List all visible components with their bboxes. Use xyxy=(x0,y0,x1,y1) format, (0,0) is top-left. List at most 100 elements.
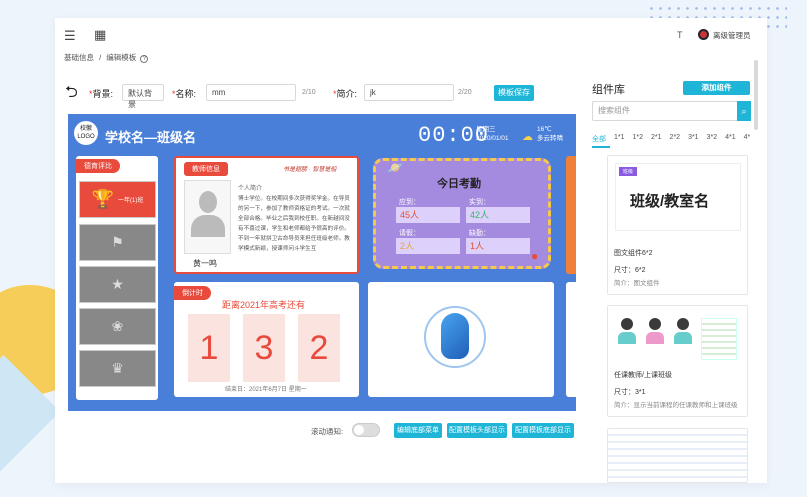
school-class-title: 学校名—班级名 xyxy=(105,130,197,145)
breadcrumb-sep: / xyxy=(99,53,102,62)
att-value-present: 42人 xyxy=(466,207,530,223)
honor-item-1[interactable]: 🏆 一年(1)班 xyxy=(79,181,156,218)
card1-name: 图文组件6*2 xyxy=(614,250,653,257)
tab-1x2[interactable]: 1*2 xyxy=(633,134,644,144)
help-icon[interactable]: ? xyxy=(140,55,149,63)
card1-desc: 简介：图文组件 xyxy=(614,280,660,287)
back-arrow-icon[interactable]: ⮌ xyxy=(65,81,78,108)
countdown-title: 距离2021年高考还有 xyxy=(222,300,306,310)
name-label: *名称: xyxy=(172,89,197,99)
honor-item-4[interactable]: ❀ xyxy=(79,308,156,345)
temperature: 16℃ xyxy=(537,126,552,133)
date-block: 星期三 2020/01/01 xyxy=(476,125,509,143)
edit-bottom-menu-button[interactable]: 编辑底部菜单 xyxy=(394,423,442,438)
name-input[interactable]: mm xyxy=(206,84,296,101)
bg-label-text: 背景: xyxy=(92,89,114,99)
card2-desc: 简介：显示当前课程的任课教师和上课班级 xyxy=(614,402,738,409)
intro-label: *简介: xyxy=(333,89,358,99)
att-label-leave: 请假： xyxy=(399,230,420,237)
honor-item-3[interactable]: ★ xyxy=(79,266,156,303)
menu-fold-icon[interactable]: ☰ xyxy=(64,28,76,44)
extra-panel-edge-2 xyxy=(566,282,576,397)
teacher-photo xyxy=(184,180,231,254)
card1-preview-text: 班级/教室名 xyxy=(630,193,710,210)
medal-icon: ❀ xyxy=(111,318,124,334)
teacher-motto: 书是翅膀 · 智慧是船 xyxy=(283,167,337,173)
weather-block: 16℃ 多云转晴 xyxy=(537,125,563,143)
tab-2x1[interactable]: 2*1 xyxy=(651,134,662,144)
att-label-due: 应到： xyxy=(399,199,420,206)
teacher-tag: 教师信息 xyxy=(184,162,228,176)
weekday: 星期三 xyxy=(476,126,496,133)
person-head-icon xyxy=(198,191,217,213)
tab-2x2[interactable]: 2*2 xyxy=(670,134,681,144)
component-search-input[interactable]: 搜索组件 xyxy=(592,101,738,121)
breadcrumb-current: 编辑模板 xyxy=(106,53,137,62)
att-label-absent: 缺勤： xyxy=(469,230,490,237)
date: 2020/01/01 xyxy=(476,135,509,142)
library-scrollbar[interactable] xyxy=(754,60,758,130)
breadcrumb: 基础信息 / 编辑模板 ? xyxy=(64,52,149,63)
grid-icon[interactable]: ▦ xyxy=(94,27,106,43)
honor-tag: 德育评比 xyxy=(76,159,120,173)
teacher-avatar-icon xyxy=(645,318,665,348)
honor-first-label: 一年(1)班 xyxy=(118,198,144,204)
star-icon: ★ xyxy=(111,276,124,292)
bg-select[interactable]: 默认背景 xyxy=(122,84,164,109)
config-header-button[interactable]: 配置模板头部显示 xyxy=(447,423,507,438)
intro-label-text: 简介: xyxy=(336,89,358,99)
save-template-button[interactable]: 模板保存 xyxy=(494,85,534,101)
intro-input[interactable]: jk xyxy=(364,84,454,101)
avatar[interactable] xyxy=(698,29,709,40)
add-component-button[interactable]: 添加组件 xyxy=(683,81,750,95)
att-value-due: 45人 xyxy=(396,207,460,223)
tab-3x2[interactable]: 3*2 xyxy=(707,134,718,144)
countdown-end: 结束日：2021年6月7日 星期一 xyxy=(225,387,307,393)
trophy-icon: 🏆 xyxy=(91,189,115,209)
countdown-digit-3: 2 xyxy=(298,314,340,382)
user-name[interactable]: 离级管理员 xyxy=(713,30,765,41)
school-logo: 校徽 LOGO xyxy=(74,121,98,145)
library-title: 组件库 xyxy=(592,84,625,96)
card2-name: 任课教师/上课班级 xyxy=(614,372,672,379)
card1-badge: 班级 xyxy=(619,167,638,176)
card2-size: 尺寸：3*1 xyxy=(614,389,646,396)
breadcrumb-root[interactable]: 基础信息 xyxy=(64,53,94,62)
font-size-icon[interactable]: T xyxy=(677,30,683,40)
teacher-intro: 博士学位。在校期间多次获得奖学金。在导员的另一下，参加了教师资格证的考试。一次就… xyxy=(238,196,350,252)
countdown-digit-2: 3 xyxy=(243,314,285,382)
scroll-notice-toggle[interactable] xyxy=(352,423,380,437)
card1-size: 尺寸：6*2 xyxy=(614,267,646,274)
tab-4x[interactable]: 4* xyxy=(744,134,751,144)
countdown-tag: 倒计时 xyxy=(174,286,211,300)
card2-preview xyxy=(617,318,737,360)
attendance-title: 今日考勤 xyxy=(437,178,481,190)
cup-icon: ♛ xyxy=(111,360,124,376)
att-label-present: 实到： xyxy=(469,199,490,206)
att-value-leave: 2人 xyxy=(396,238,460,254)
library-tabs: 全部 1*1 1*2 2*1 2*2 3*1 3*2 4*1 4* xyxy=(592,134,750,144)
config-footer-button[interactable]: 配置模板底部显示 xyxy=(512,423,574,438)
tab-all[interactable]: 全部 xyxy=(592,134,606,144)
tab-4x1[interactable]: 4*1 xyxy=(725,134,736,144)
flag-icon: ⚑ xyxy=(111,234,124,250)
search-icon[interactable]: ⌕ xyxy=(737,101,751,121)
teacher-intro-label: 个人简介 xyxy=(238,186,263,192)
person-body-icon xyxy=(190,215,225,237)
att-value-absent: 1人 xyxy=(466,238,530,254)
name-count: 2/10 xyxy=(302,89,316,96)
timetable-thumb xyxy=(701,318,737,360)
tab-1x1[interactable]: 1*1 xyxy=(614,134,625,144)
teacher-avatar-icon xyxy=(617,318,637,348)
honor-item-5[interactable]: ♛ xyxy=(79,350,156,387)
tab-3x1[interactable]: 3*1 xyxy=(688,134,699,144)
tab-active-indicator xyxy=(592,146,610,148)
weather-text: 多云转晴 xyxy=(537,135,563,142)
weather-icon: ☁ xyxy=(522,131,533,143)
honor-item-2[interactable]: ⚑ xyxy=(79,224,156,261)
extra-panel-edge xyxy=(566,156,576,274)
planet-icon: 🪐 xyxy=(387,160,404,175)
face-scan-icon xyxy=(441,313,469,359)
teacher-avatar-icon xyxy=(673,318,693,348)
component-card-3[interactable] xyxy=(607,428,748,483)
